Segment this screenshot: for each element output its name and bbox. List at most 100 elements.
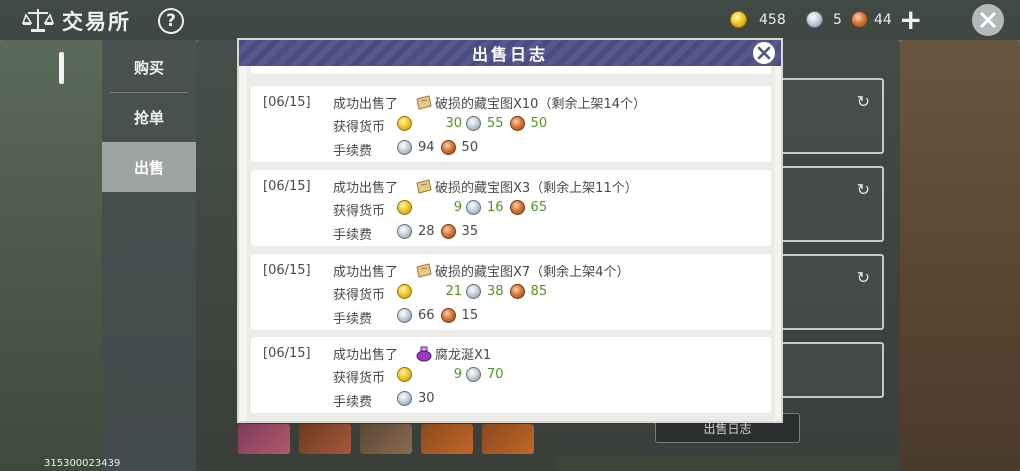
sell-slot[interactable]: ↻ xyxy=(770,78,884,154)
earn-copper: 65 xyxy=(530,200,548,215)
log-action: 成功出售了 xyxy=(333,97,399,112)
silver-coin-icon xyxy=(806,11,823,28)
silver-coin-icon xyxy=(466,367,481,382)
inventory-item[interactable] xyxy=(238,424,290,454)
sidebar: 购买 抢单 出售 xyxy=(102,40,196,471)
silver-coin-icon xyxy=(397,308,412,323)
log-action: 成功出售了 xyxy=(333,348,399,363)
treasure-map-icon xyxy=(416,94,432,110)
gold-coin-icon xyxy=(730,11,747,28)
inventory-item[interactable] xyxy=(299,424,351,454)
log-date: [06/15] xyxy=(263,95,311,110)
close-dialog-button[interactable] xyxy=(751,40,777,66)
log-entry: [06/15] 成功出售了 破损的藏宝图X7（剩余上架4个） 获得货币 21 3… xyxy=(251,254,771,330)
silver-amount: 5 xyxy=(833,11,842,28)
copper-coin-icon xyxy=(440,140,456,155)
dialog-title: 出售日志 xyxy=(239,40,781,66)
sell-slot[interactable]: ↻ xyxy=(770,166,884,242)
scale-icon xyxy=(22,9,54,32)
side-handle[interactable] xyxy=(59,52,64,84)
close-icon xyxy=(980,12,996,28)
sell-slot[interactable] xyxy=(770,342,884,398)
earn-silver: 38 xyxy=(487,284,504,299)
earn-label: 获得货币 xyxy=(333,204,386,219)
log-item: 破损的藏宝图X3（剩余上架11个） xyxy=(435,181,638,196)
help-icon[interactable]: ? xyxy=(158,8,184,34)
potion-icon xyxy=(416,346,432,361)
silver-coin-icon xyxy=(466,200,481,215)
log-header: [06/15] 成功出售了 腐龙涎X1 xyxy=(263,344,491,363)
sell-slot[interactable]: ↻ xyxy=(770,254,884,330)
gold-coin-icon xyxy=(397,367,412,382)
earn-copper: 85 xyxy=(530,284,548,299)
earn-silver: 16 xyxy=(487,200,504,215)
treasure-map-icon xyxy=(416,178,432,194)
earn-label: 获得货币 xyxy=(333,371,386,386)
tab-sell[interactable]: 出售 xyxy=(102,142,196,192)
earn-silver: 55 xyxy=(487,116,504,131)
tab-grab-order[interactable]: 抢单 xyxy=(102,92,196,142)
page-title: 交易所 xyxy=(62,10,131,34)
log-date: [06/15] xyxy=(263,263,311,278)
earn-gold: 9 xyxy=(453,367,462,382)
fee-copper: 50 xyxy=(461,140,479,155)
add-currency-icon[interactable]: + xyxy=(899,6,922,34)
copper-counter: 44 xyxy=(851,11,892,28)
device-id: 315300023439 xyxy=(44,458,121,469)
gold-coin-icon xyxy=(397,284,412,299)
log-entry: [06/15] 成功出售了 腐龙涎X1 获得货币 9 70 手续费 30 xyxy=(251,337,771,413)
gold-counter: 458 xyxy=(730,11,786,28)
earn-gold: 30 xyxy=(445,116,462,131)
gold-coin-icon xyxy=(397,116,412,131)
log-item: 破损的藏宝图X7（剩余上架4个） xyxy=(435,265,630,280)
refresh-icon[interactable]: ↻ xyxy=(857,268,870,287)
fee-silver: 66 xyxy=(418,308,435,323)
silver-coin-icon xyxy=(466,284,481,299)
copper-coin-icon xyxy=(509,284,525,299)
tab-buy[interactable]: 购买 xyxy=(102,42,196,92)
inventory-item[interactable] xyxy=(360,424,412,454)
fee-label: 手续费 xyxy=(333,395,373,410)
log-date: [06/15] xyxy=(263,346,311,361)
treasure-map-icon xyxy=(416,262,432,278)
log-list[interactable]: [06/15] 成功出售了 破损的藏宝图X10（剩余上架14个） 获得货币 30… xyxy=(247,66,775,421)
fee-silver: 94 xyxy=(418,140,435,155)
close-icon xyxy=(757,46,771,60)
fee-silver: 30 xyxy=(418,391,435,406)
silver-coin-icon xyxy=(397,224,412,239)
fee-amounts: 66 15 xyxy=(397,308,478,323)
copper-coin-icon xyxy=(851,11,868,28)
log-header: [06/15] 成功出售了 破损的藏宝图X7（剩余上架4个） xyxy=(263,261,629,280)
inventory-item[interactable] xyxy=(421,424,473,454)
silver-coin-icon xyxy=(397,140,412,155)
fee-label: 手续费 xyxy=(333,312,373,327)
earn-amounts: 21 38 85 xyxy=(397,284,547,299)
earn-amounts: 30 55 50 xyxy=(397,116,547,131)
gold-amount: 458 xyxy=(759,11,786,28)
earn-label: 获得货币 xyxy=(333,120,386,135)
log-date: [06/15] xyxy=(263,179,311,194)
inventory-item[interactable] xyxy=(482,424,534,454)
scene-background xyxy=(900,40,1020,471)
log-item: 腐龙涎X1 xyxy=(435,348,492,363)
earn-amounts: 9 16 65 xyxy=(397,200,547,215)
copper-coin-icon xyxy=(509,116,525,131)
earn-copper: 50 xyxy=(530,116,548,131)
log-entry xyxy=(251,66,771,74)
copper-coin-icon xyxy=(509,200,525,215)
silver-coin-icon xyxy=(466,116,481,131)
earn-silver: 70 xyxy=(487,367,504,382)
copper-amount: 44 xyxy=(874,11,892,28)
log-action: 成功出售了 xyxy=(333,181,399,196)
copper-coin-icon xyxy=(440,308,456,323)
copper-coin-icon xyxy=(440,224,456,239)
log-header: [06/15] 成功出售了 破损的藏宝图X3（剩余上架11个） xyxy=(263,177,638,196)
close-exchange-button[interactable] xyxy=(972,4,1004,36)
earn-gold: 9 xyxy=(453,200,462,215)
fee-copper: 15 xyxy=(461,308,479,323)
refresh-icon[interactable]: ↻ xyxy=(857,180,870,199)
earn-amounts: 9 70 xyxy=(397,367,504,382)
silver-coin-icon xyxy=(397,391,412,406)
fee-copper: 35 xyxy=(461,224,479,239)
refresh-icon[interactable]: ↻ xyxy=(857,92,870,111)
